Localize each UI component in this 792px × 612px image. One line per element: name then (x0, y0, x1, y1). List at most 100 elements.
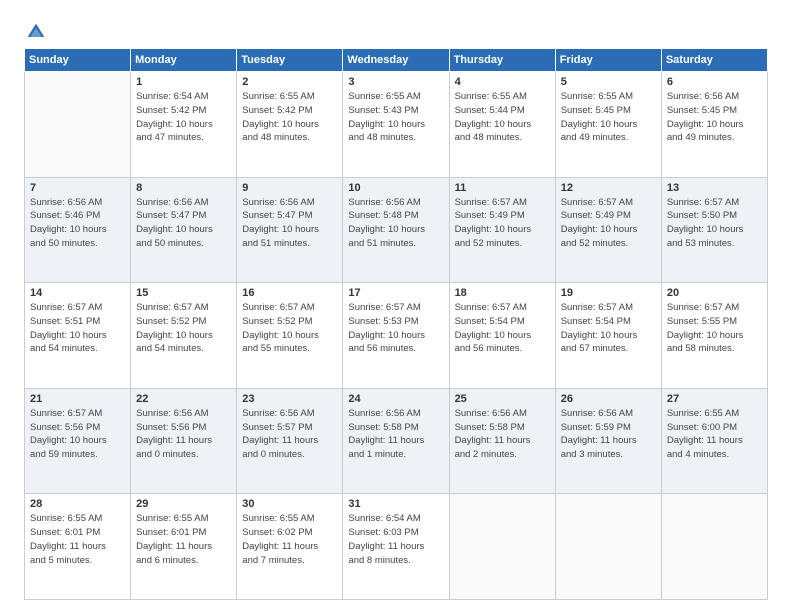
weekday-header-row: SundayMondayTuesdayWednesdayThursdayFrid… (25, 49, 768, 72)
day-info: Sunrise: 6:57 AM Sunset: 5:50 PM Dayligh… (667, 196, 762, 251)
calendar-cell: 30 Sunrise: 6:55 AM Sunset: 6:02 PM Dayli… (237, 494, 343, 600)
calendar-cell: 24 Sunrise: 6:56 AM Sunset: 5:58 PM Dayli… (343, 388, 449, 494)
calendar-cell: 12 Sunrise: 6:57 AM Sunset: 5:49 PM Dayli… (555, 177, 661, 283)
calendar-cell: 29 Sunrise: 6:55 AM Sunset: 6:01 PM Dayli… (131, 494, 237, 600)
day-info: Sunrise: 6:56 AM Sunset: 5:46 PM Dayligh… (30, 196, 125, 251)
day-info: Sunrise: 6:57 AM Sunset: 5:49 PM Dayligh… (561, 196, 656, 251)
calendar-cell: 18Sunrise: 6:57 AM Sunset: 5:54 PM Dayli… (449, 283, 555, 389)
calendar-cell: 10 Sunrise: 6:56 AM Sunset: 5:48 PM Dayli… (343, 177, 449, 283)
day-number: 9 (242, 182, 337, 194)
day-number: 22 (136, 393, 231, 405)
calendar-cell: 31Sunrise: 6:54 AM Sunset: 6:03 PM Dayli… (343, 494, 449, 600)
day-number: 13 (667, 182, 762, 194)
day-info: Sunrise: 6:55 AM Sunset: 5:44 PM Dayligh… (455, 90, 550, 145)
day-info: Sunrise: 6:57 AM Sunset: 5:52 PM Dayligh… (242, 301, 337, 356)
calendar-cell: 6Sunrise: 6:56 AM Sunset: 5:45 PM Daylig… (661, 72, 767, 178)
day-number: 1 (136, 76, 231, 88)
day-info: Sunrise: 6:56 AM Sunset: 5:58 PM Dayligh… (455, 407, 550, 462)
day-number: 24 (348, 393, 443, 405)
calendar-cell (449, 494, 555, 600)
day-number: 2 (242, 76, 337, 88)
day-number: 27 (667, 393, 762, 405)
day-number: 25 (455, 393, 550, 405)
calendar-cell: 22 Sunrise: 6:56 AM Sunset: 5:56 PM Dayli… (131, 388, 237, 494)
calendar-cell: 25 Sunrise: 6:56 AM Sunset: 5:58 PM Dayli… (449, 388, 555, 494)
day-number: 20 (667, 287, 762, 299)
day-info: Sunrise: 6:55 AM Sunset: 5:45 PM Dayligh… (561, 90, 656, 145)
day-number: 18 (455, 287, 550, 299)
day-info: Sunrise: 6:56 AM Sunset: 5:45 PM Dayligh… (667, 90, 762, 145)
day-info: Sunrise: 6:56 AM Sunset: 5:57 PM Dayligh… (242, 407, 337, 462)
day-number: 17 (348, 287, 443, 299)
day-info: Sunrise: 6:56 AM Sunset: 5:58 PM Dayligh… (348, 407, 443, 462)
weekday-header-thursday: Thursday (449, 49, 555, 72)
day-number: 11 (455, 182, 550, 194)
day-info: Sunrise: 6:55 AM Sunset: 5:42 PM Dayligh… (242, 90, 337, 145)
day-number: 12 (561, 182, 656, 194)
day-info: Sunrise: 6:57 AM Sunset: 5:56 PM Dayligh… (30, 407, 125, 462)
day-number: 30 (242, 498, 337, 510)
calendar-cell (661, 494, 767, 600)
day-info: Sunrise: 6:55 AM Sunset: 6:01 PM Dayligh… (136, 512, 231, 567)
day-info: Sunrise: 6:56 AM Sunset: 5:47 PM Dayligh… (136, 196, 231, 251)
weekday-header-tuesday: Tuesday (237, 49, 343, 72)
day-number: 4 (455, 76, 550, 88)
calendar-cell: 5 Sunrise: 6:55 AM Sunset: 5:45 PM Daylig… (555, 72, 661, 178)
calendar-cell: 17 Sunrise: 6:57 AM Sunset: 5:53 PM Dayli… (343, 283, 449, 389)
weekday-header-saturday: Saturday (661, 49, 767, 72)
day-number: 7 (30, 182, 125, 194)
day-info: Sunrise: 6:57 AM Sunset: 5:53 PM Dayligh… (348, 301, 443, 356)
calendar-cell: 28 Sunrise: 6:55 AM Sunset: 6:01 PM Dayli… (25, 494, 131, 600)
page: SundayMondayTuesdayWednesdayThursdayFrid… (0, 0, 792, 612)
calendar-week-row-3: 14Sunrise: 6:57 AM Sunset: 5:51 PM Dayli… (25, 283, 768, 389)
day-info: Sunrise: 6:56 AM Sunset: 5:56 PM Dayligh… (136, 407, 231, 462)
day-info: Sunrise: 6:56 AM Sunset: 5:47 PM Dayligh… (242, 196, 337, 251)
day-info: Sunrise: 6:57 AM Sunset: 5:49 PM Dayligh… (455, 196, 550, 251)
calendar-cell: 16Sunrise: 6:57 AM Sunset: 5:52 PM Dayli… (237, 283, 343, 389)
calendar-week-row-4: 21 Sunrise: 6:57 AM Sunset: 5:56 PM Dayli… (25, 388, 768, 494)
calendar-cell: 13 Sunrise: 6:57 AM Sunset: 5:50 PM Dayli… (661, 177, 767, 283)
calendar-cell (555, 494, 661, 600)
calendar-cell: 4 Sunrise: 6:55 AM Sunset: 5:44 PM Daylig… (449, 72, 555, 178)
day-info: Sunrise: 6:54 AM Sunset: 6:03 PM Dayligh… (348, 512, 443, 567)
weekday-header-friday: Friday (555, 49, 661, 72)
calendar-week-row-2: 7 Sunrise: 6:56 AM Sunset: 5:46 PM Daylig… (25, 177, 768, 283)
day-info: Sunrise: 6:55 AM Sunset: 5:43 PM Dayligh… (348, 90, 443, 145)
day-info: Sunrise: 6:56 AM Sunset: 5:59 PM Dayligh… (561, 407, 656, 462)
calendar-table: SundayMondayTuesdayWednesdayThursdayFrid… (24, 48, 768, 600)
calendar-cell: 14Sunrise: 6:57 AM Sunset: 5:51 PM Dayli… (25, 283, 131, 389)
weekday-header-sunday: Sunday (25, 49, 131, 72)
calendar-week-row-5: 28 Sunrise: 6:55 AM Sunset: 6:01 PM Dayli… (25, 494, 768, 600)
day-number: 5 (561, 76, 656, 88)
calendar-cell (25, 72, 131, 178)
calendar-cell: 27 Sunrise: 6:55 AM Sunset: 6:00 PM Dayli… (661, 388, 767, 494)
day-info: Sunrise: 6:55 AM Sunset: 6:00 PM Dayligh… (667, 407, 762, 462)
calendar-cell: 9 Sunrise: 6:56 AM Sunset: 5:47 PM Daylig… (237, 177, 343, 283)
header (24, 18, 768, 38)
day-info: Sunrise: 6:54 AM Sunset: 5:42 PM Dayligh… (136, 90, 231, 145)
weekday-header-monday: Monday (131, 49, 237, 72)
day-info: Sunrise: 6:57 AM Sunset: 5:54 PM Dayligh… (561, 301, 656, 356)
calendar-cell: 26Sunrise: 6:56 AM Sunset: 5:59 PM Dayli… (555, 388, 661, 494)
calendar-cell: 2 Sunrise: 6:55 AM Sunset: 5:42 PM Daylig… (237, 72, 343, 178)
calendar-cell: 11 Sunrise: 6:57 AM Sunset: 5:49 PM Dayli… (449, 177, 555, 283)
day-number: 10 (348, 182, 443, 194)
day-number: 8 (136, 182, 231, 194)
calendar-week-row-1: 1 Sunrise: 6:54 AM Sunset: 5:42 PM Daylig… (25, 72, 768, 178)
day-info: Sunrise: 6:55 AM Sunset: 6:02 PM Dayligh… (242, 512, 337, 567)
calendar-cell: 3 Sunrise: 6:55 AM Sunset: 5:43 PM Daylig… (343, 72, 449, 178)
calendar-cell: 20Sunrise: 6:57 AM Sunset: 5:55 PM Dayli… (661, 283, 767, 389)
weekday-header-wednesday: Wednesday (343, 49, 449, 72)
calendar-cell: 19Sunrise: 6:57 AM Sunset: 5:54 PM Dayli… (555, 283, 661, 389)
day-number: 21 (30, 393, 125, 405)
day-info: Sunrise: 6:57 AM Sunset: 5:52 PM Dayligh… (136, 301, 231, 356)
day-info: Sunrise: 6:55 AM Sunset: 6:01 PM Dayligh… (30, 512, 125, 567)
calendar-cell: 15 Sunrise: 6:57 AM Sunset: 5:52 PM Dayli… (131, 283, 237, 389)
day-number: 23 (242, 393, 337, 405)
logo-icon (26, 22, 46, 42)
day-number: 29 (136, 498, 231, 510)
day-info: Sunrise: 6:56 AM Sunset: 5:48 PM Dayligh… (348, 196, 443, 251)
day-number: 15 (136, 287, 231, 299)
day-number: 3 (348, 76, 443, 88)
day-number: 28 (30, 498, 125, 510)
